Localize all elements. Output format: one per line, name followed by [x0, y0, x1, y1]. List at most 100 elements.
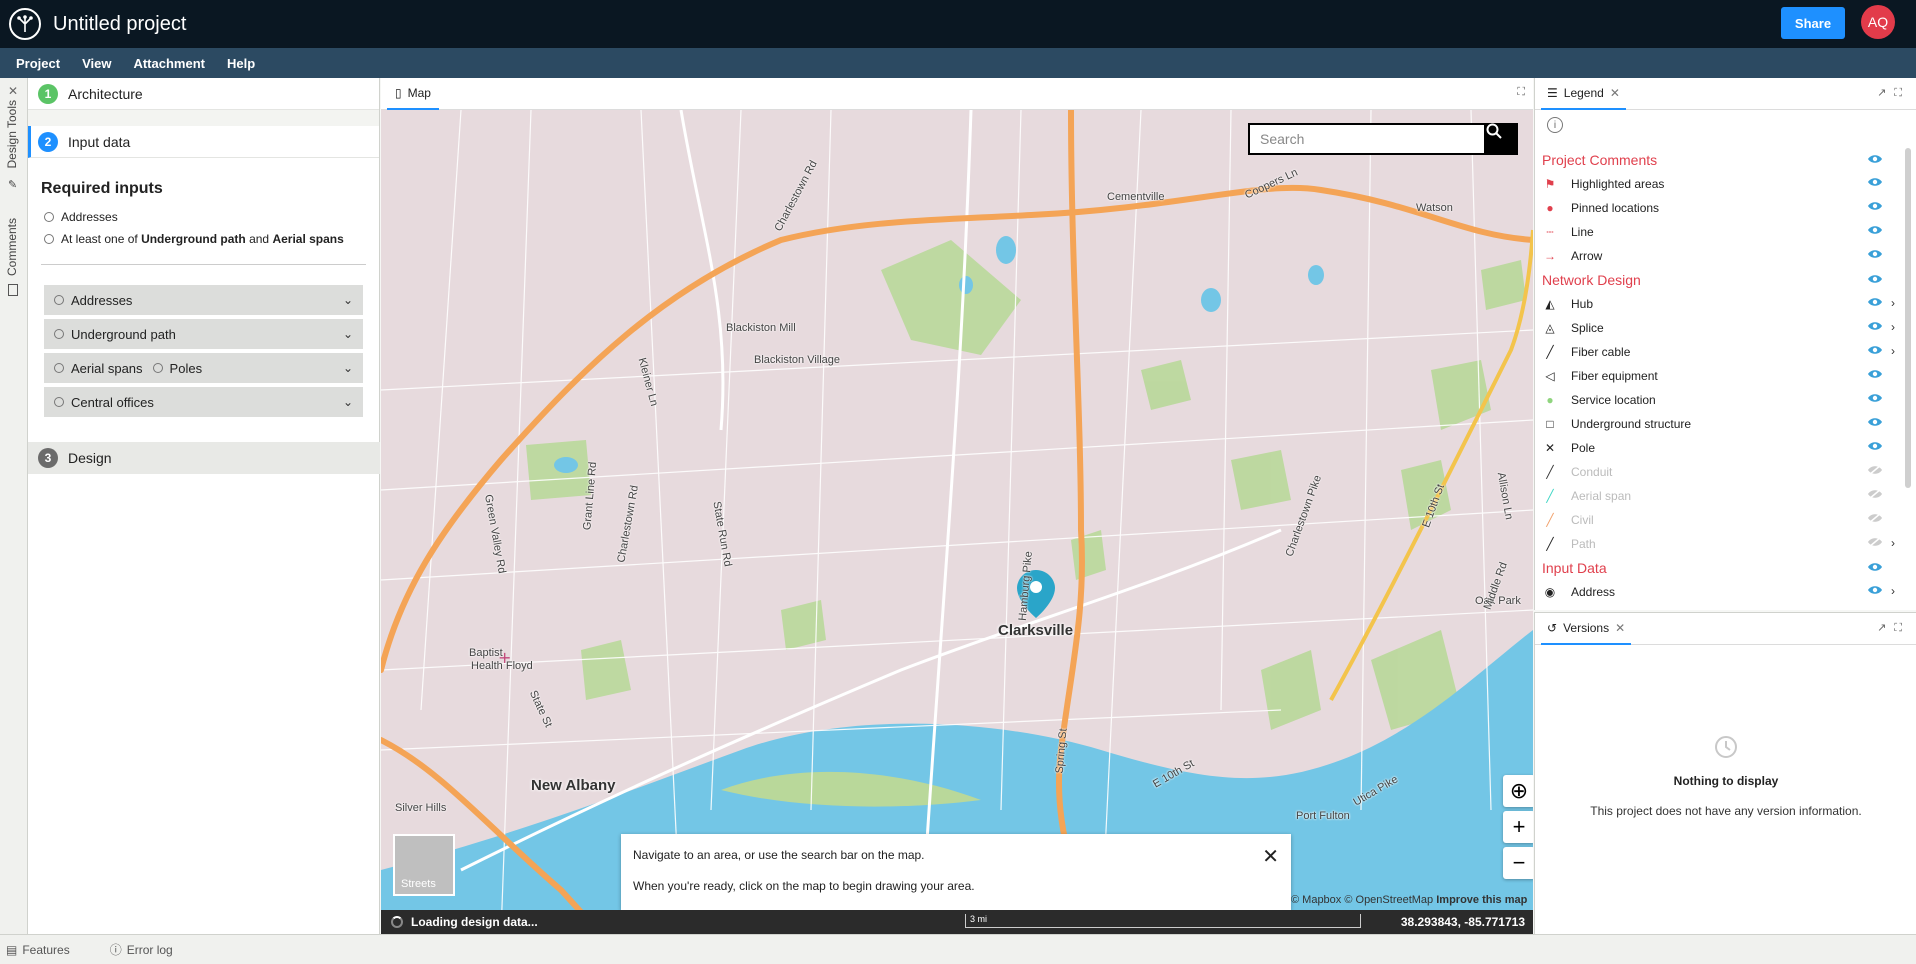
item-label: Pole	[1571, 441, 1596, 455]
panel-window-icons[interactable]: ↗⛶	[1877, 621, 1910, 635]
info-icon[interactable]: i	[1547, 117, 1563, 133]
map-search-input[interactable]: Search	[1248, 123, 1486, 155]
pencil-icon: ✎	[8, 179, 18, 191]
chevron-right-icon[interactable]: ›	[1891, 584, 1895, 598]
user-avatar[interactable]: AQ	[1861, 5, 1895, 39]
required-item-and: and	[249, 232, 270, 246]
design-tools-tab[interactable]: Design Tools	[5, 100, 19, 168]
item-label: Service location	[1571, 393, 1656, 407]
attribution-text[interactable]: © Mapbox © OpenStreetMap	[1291, 894, 1433, 906]
zoom-in-button[interactable]: +	[1503, 811, 1533, 843]
accordion-aerial-poles[interactable]: Aerial spans Poles ⌄	[44, 353, 363, 383]
legend-item-highlighted-areas: ⚑ Highlighted areas	[1535, 172, 1905, 196]
menu-help[interactable]: Help	[227, 56, 255, 71]
share-button[interactable]: Share	[1781, 7, 1845, 39]
menu-view[interactable]: View	[82, 56, 111, 71]
map-label-port-fulton: Port Fulton	[1296, 810, 1350, 822]
legend-scrollbar[interactable]	[1905, 148, 1911, 488]
section-label: Network Design	[1542, 272, 1641, 288]
eye-icon[interactable]	[1867, 416, 1883, 431]
tab-legend[interactable]: ☰ Legend ✕	[1541, 78, 1626, 110]
eye-hidden-icon[interactable]	[1867, 536, 1883, 551]
eye-icon[interactable]	[1867, 152, 1883, 168]
close-icon[interactable]: ✕	[8, 84, 18, 98]
legend-item-conduit: ╱ Conduit	[1535, 460, 1905, 484]
improve-map-link[interactable]: Improve this map	[1436, 894, 1527, 906]
locate-button[interactable]: ⊕	[1503, 775, 1533, 807]
tab-label: Map	[407, 86, 431, 100]
status-circle-icon	[54, 397, 64, 407]
eye-hidden-icon[interactable]	[1867, 512, 1883, 527]
tab-versions[interactable]: ↺ Versions ✕	[1541, 613, 1632, 645]
legend-item-hub: ◭ Hub ›	[1535, 292, 1905, 316]
map-label-clarksville: Clarksville	[998, 622, 1074, 639]
step-input-data[interactable]: 2 Input data	[28, 126, 379, 158]
step-number: 2	[38, 131, 58, 152]
eye-icon[interactable]	[1867, 248, 1883, 263]
menu-bar: Project View Attachment Help	[0, 48, 1916, 78]
item-label: Line	[1571, 225, 1594, 239]
empty-description: This project does not have any version i…	[1590, 804, 1862, 818]
legend-section-network-design: Network Design	[1535, 268, 1905, 292]
map-label-blackiston-village: Blackiston Village	[754, 354, 841, 366]
menu-project[interactable]: Project	[16, 56, 60, 71]
search-button[interactable]	[1486, 123, 1518, 155]
service-location-icon: ●	[1546, 393, 1554, 407]
eye-icon[interactable]	[1867, 584, 1883, 599]
eye-icon[interactable]	[1867, 176, 1883, 191]
chevron-down-icon: ⌄	[342, 361, 353, 375]
project-title[interactable]: Untitled project	[53, 13, 186, 36]
close-icon[interactable]: ✕	[1610, 86, 1620, 100]
step-design[interactable]: 3 Design	[28, 442, 380, 474]
eye-icon[interactable]	[1867, 440, 1883, 455]
minus-icon: −	[1512, 850, 1526, 875]
eye-icon[interactable]	[1867, 320, 1883, 335]
eye-icon[interactable]	[1867, 368, 1883, 383]
required-item-addresses: Addresses	[44, 210, 379, 224]
legend-item-path: ╱ Path ›	[1535, 532, 1905, 556]
section-label: Input Data	[1542, 560, 1607, 576]
eye-hidden-icon[interactable]	[1867, 464, 1883, 479]
chevron-right-icon[interactable]: ›	[1891, 296, 1895, 310]
eye-icon[interactable]	[1867, 296, 1883, 311]
eye-icon[interactable]	[1867, 392, 1883, 407]
legend-list: Project Comments ⚑ Highlighted areas ● P…	[1535, 148, 1905, 604]
tab-map[interactable]: ▯ Map	[387, 78, 439, 110]
legend-item-address: ◉ Address ›	[1535, 580, 1905, 604]
map-label-silver-hills: Silver Hills	[395, 802, 447, 814]
item-label: Arrow	[1571, 249, 1603, 263]
accordion-central-offices[interactable]: Central offices ⌄	[44, 387, 363, 417]
eye-hidden-icon[interactable]	[1867, 488, 1883, 503]
eye-icon[interactable]	[1867, 200, 1883, 215]
zoom-out-button[interactable]: −	[1503, 847, 1533, 879]
features-tab[interactable]: ▤ Features	[6, 943, 90, 957]
eye-icon[interactable]	[1867, 560, 1883, 576]
chevron-right-icon[interactable]: ›	[1891, 536, 1895, 550]
map-basemap: +	[381, 110, 1533, 934]
map-panel: ▯ Map ⛶ + Clarksville New Albany Silver …	[381, 78, 1533, 934]
menu-attachment[interactable]: Attachment	[133, 56, 205, 71]
basemap-switcher[interactable]: Streets	[393, 834, 455, 896]
step-architecture[interactable]: 1 Architecture	[28, 78, 379, 110]
map-canvas[interactable]: + Clarksville New Albany Silver Hills Bl…	[381, 110, 1533, 934]
required-inputs-title: Required inputs	[41, 180, 163, 197]
chevron-right-icon[interactable]: ›	[1891, 344, 1895, 358]
chevron-right-icon[interactable]: ›	[1891, 320, 1895, 334]
panel-window-icons[interactable]: ↗⛶	[1877, 86, 1910, 100]
accordion-addresses[interactable]: Addresses ⌄	[44, 285, 363, 315]
loading-indicator: Loading design data...	[391, 915, 538, 929]
path-icon: ╱	[1546, 537, 1554, 551]
eye-icon[interactable]	[1867, 344, 1883, 359]
comments-tab[interactable]: Comments	[5, 218, 19, 276]
divider	[41, 264, 366, 265]
expand-icon[interactable]: ⛶	[1517, 86, 1525, 99]
app-logo-icon[interactable]	[9, 8, 41, 40]
close-icon[interactable]: ✕	[1262, 844, 1279, 869]
accordion-underground-path[interactable]: Underground path ⌄	[44, 319, 363, 349]
crosshair-icon: ⊕	[1509, 778, 1529, 803]
legend-item-arrow: → Arrow	[1535, 244, 1905, 268]
eye-icon[interactable]	[1867, 272, 1883, 288]
close-icon[interactable]: ✕	[1615, 621, 1625, 635]
error-log-tab[interactable]: ⓘ Error log	[110, 941, 193, 958]
eye-icon[interactable]	[1867, 224, 1883, 239]
